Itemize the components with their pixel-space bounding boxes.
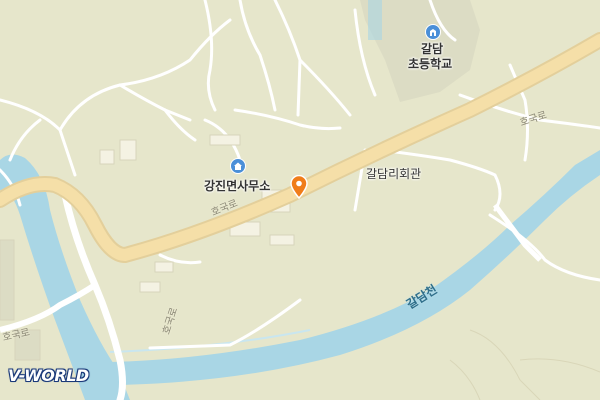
office-name[interactable]: 강진면사무소 — [204, 177, 270, 194]
government-office-icon[interactable] — [230, 158, 246, 174]
hall-name[interactable]: 갈담리회관 — [366, 165, 421, 182]
school-name-line2[interactable]: 초등학교 — [408, 55, 452, 72]
vworld-logo: V-WORLD — [8, 366, 89, 385]
location-pin-icon[interactable] — [289, 175, 309, 199]
map-canvas[interactable]: 갈담 초등학교 강진면사무소 갈담리회관 호국로 호국로 호국로 호국로 갈담천… — [0, 0, 600, 400]
school-icon[interactable] — [425, 24, 441, 40]
map-base-layer — [0, 0, 600, 400]
